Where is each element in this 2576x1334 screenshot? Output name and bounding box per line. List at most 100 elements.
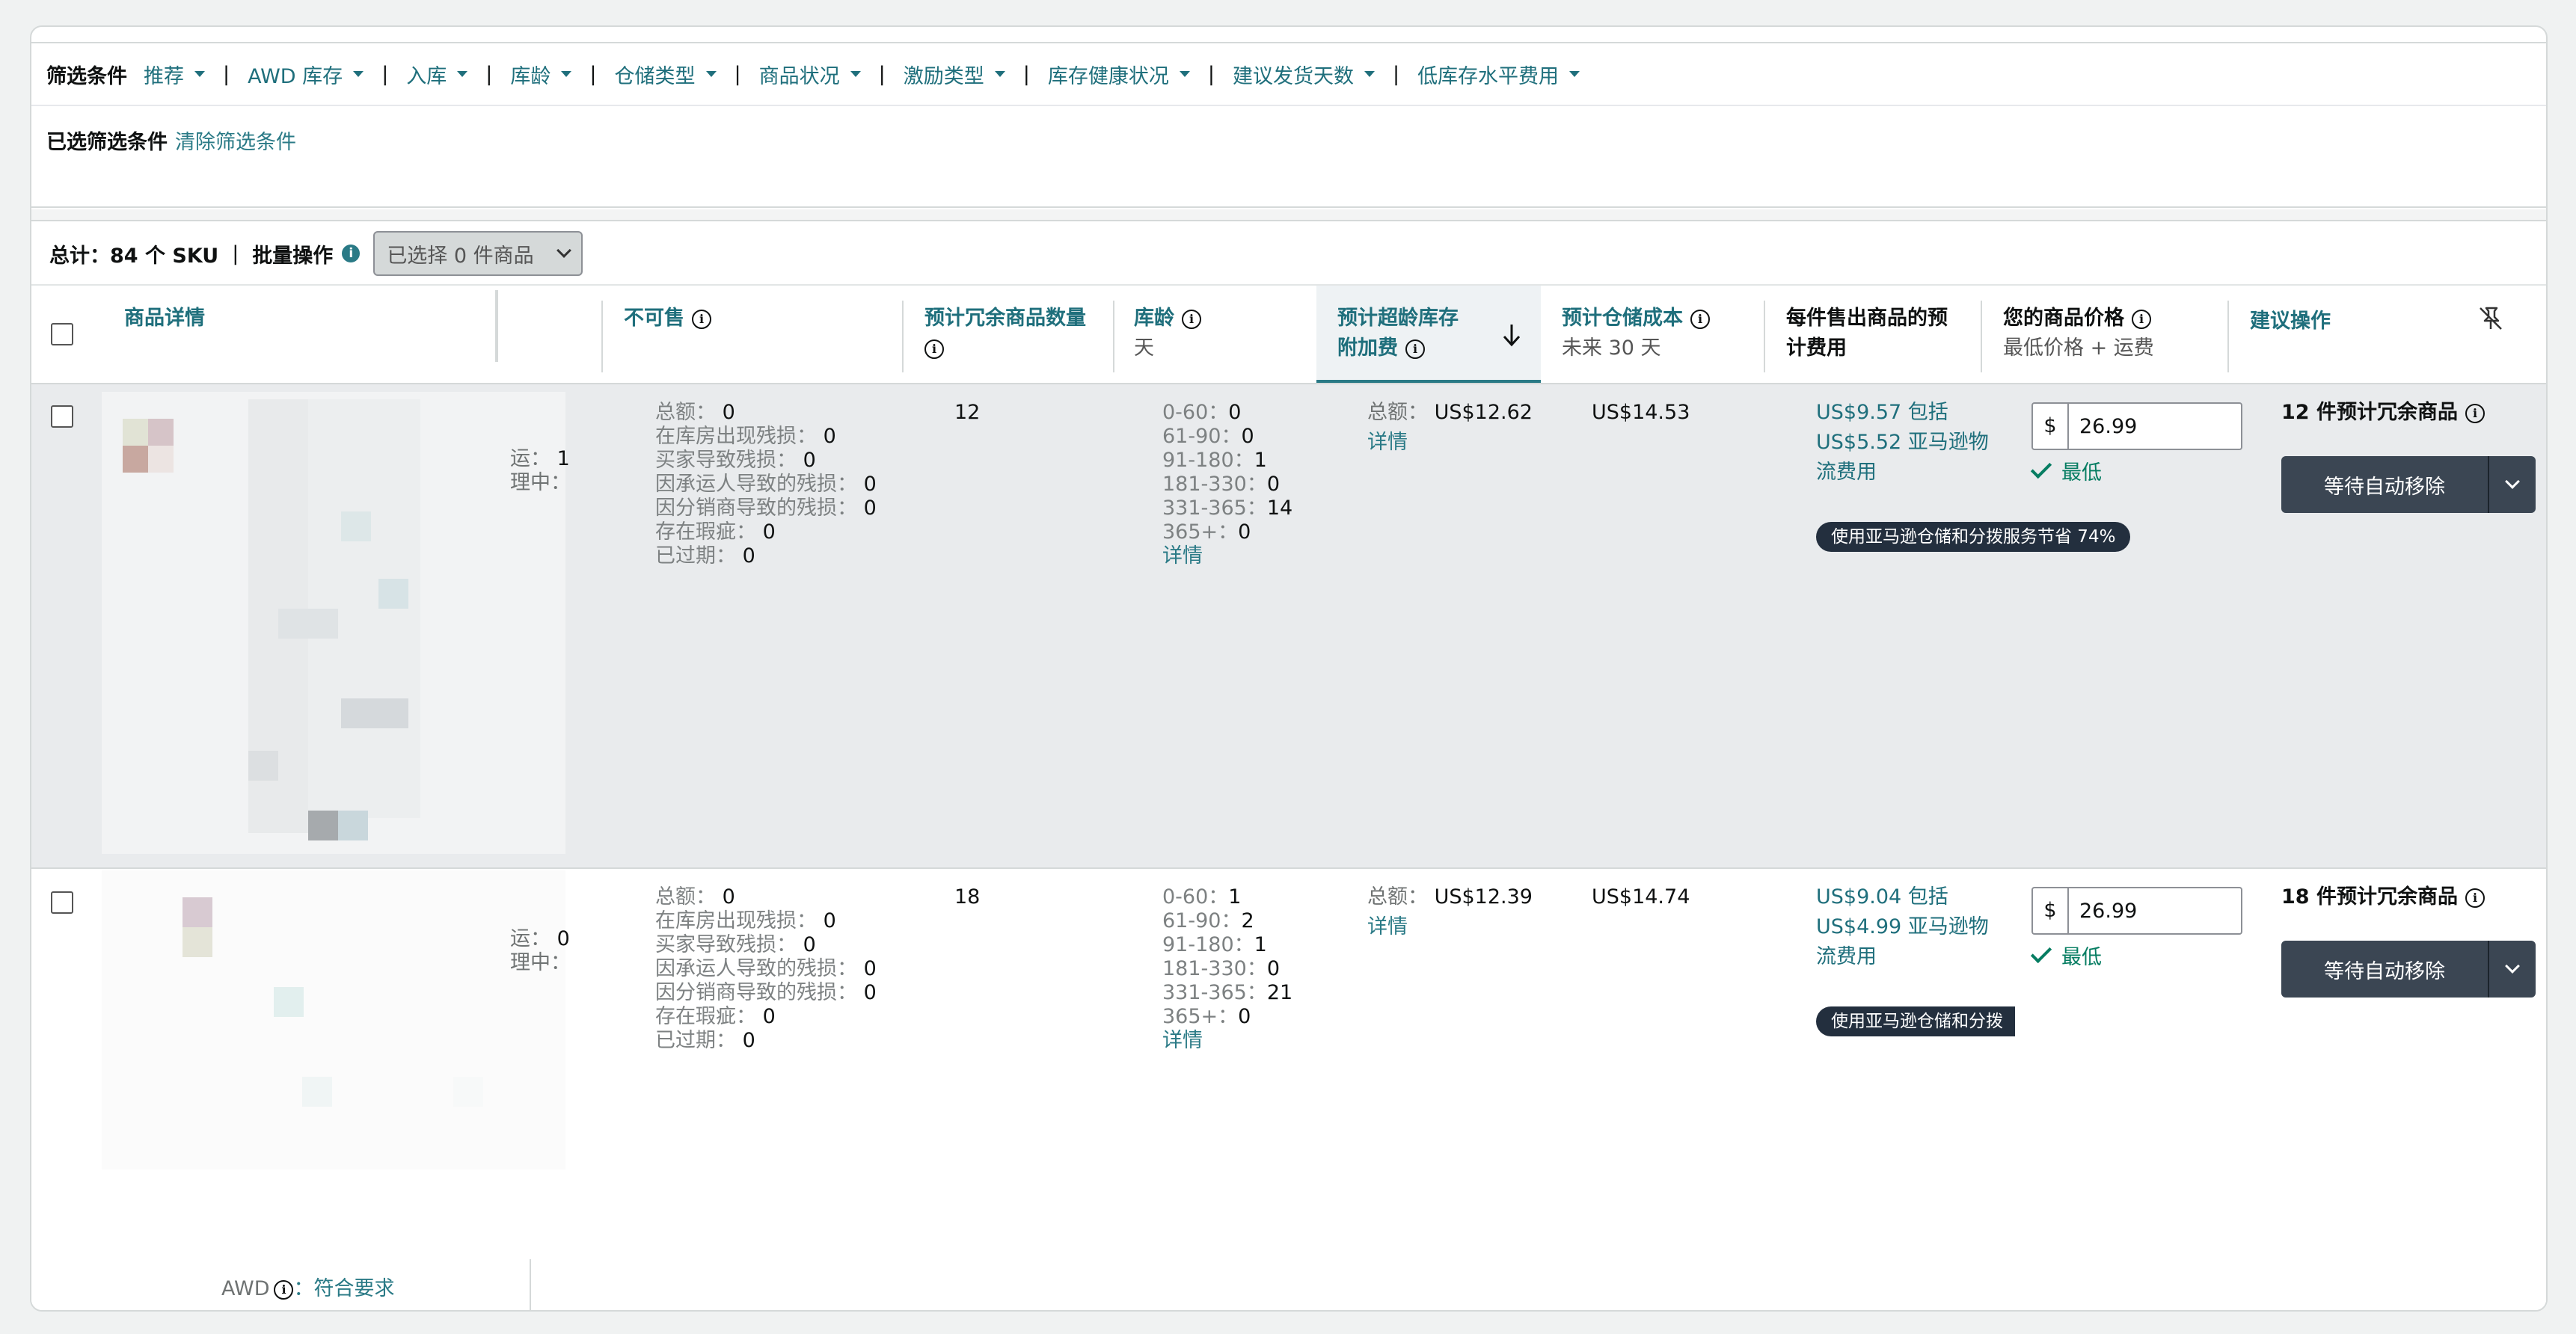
partial-column-text: 运： 0 理中： [510,927,571,974]
filter-age[interactable]: 库龄 [510,60,572,89]
chevron-down-icon [2505,959,2520,974]
info-icon[interactable]: i [2132,309,2151,329]
table-header: 商品详情 不可售 i 预计冗余商品数量 i 库龄 i 天 预计超龄库存 附加费 i 预… [31,286,2546,384]
col-fee-per-unit: 每件售出商品的预 计费用 [1765,286,1948,383]
pixel [123,446,148,473]
info-icon[interactable]: i [274,1279,294,1300]
product-image-blurred [102,870,565,1169]
age-details-link[interactable]: 详情 [1162,544,1203,568]
action-dropdown-button[interactable] [2488,941,2536,998]
filter-incentive-type[interactable]: 激励类型 [904,60,1005,89]
pixel [278,609,338,639]
selected-filters-label: 已选筛选条件 [46,130,168,154]
separator: | [734,62,741,86]
col-surcharge-title-2: 附加费 [1337,336,1398,360]
info-icon[interactable]: i [1690,309,1710,329]
info-icon[interactable]: i [692,309,711,329]
row-checkbox[interactable] [51,891,73,914]
filter-label: 筛选条件 [46,64,127,88]
pixel [308,811,338,840]
filter-inbound[interactable]: 入库 [406,60,468,89]
col-recommended-action[interactable]: 建议操作 [2229,286,2331,383]
pixel [148,419,174,446]
col-storage-cost[interactable]: 预计仓储成本 i 未来 30 天 [1541,286,1710,383]
action-dropdown-button[interactable] [2488,456,2536,513]
col-storage-sub: 未来 30 天 [1562,336,1661,360]
info-icon[interactable]: i [1182,309,1201,329]
inventory-panel: 筛选条件 推荐 | AWD 库存 | 入库 | 库龄 | 仓储类型 | 商品状况… [30,25,2548,1312]
info-icon[interactable]: i [2465,403,2485,423]
row-checkbox[interactable] [51,405,73,428]
filter-storage-type[interactable]: 仓储类型 [615,60,717,89]
awd-eligible-link[interactable]: ：符合要求 [293,1277,394,1300]
col-price-title: 您的商品价格 [2003,307,2124,330]
price-input[interactable]: $ 26.99 [2031,887,2242,935]
product-image-blurred [102,392,565,854]
col-excess-quantity[interactable]: 预计冗余商品数量 i [904,286,1086,383]
separator: | [878,62,886,86]
info-icon[interactable]: i [342,245,361,262]
info-icon[interactable]: i [924,339,944,359]
col-fee-title: 每件售出商品的预 [1786,307,1948,330]
info-icon[interactable]: i [2465,888,2485,908]
price-value[interactable]: 26.99 [2069,900,2137,923]
filter-bar: 筛选条件 推荐 | AWD 库存 | 入库 | 库龄 | 仓储类型 | 商品状况… [31,42,2546,208]
col-product-title: 商品详情 [124,307,205,330]
fee-breakdown-link[interactable]: US$9.04 包括 US$4.99 亚马逊物 流费用 [1816,882,1989,972]
pixel [453,1077,483,1107]
clear-filters-link[interactable]: 清除筛选条件 [175,126,296,155]
bulk-actions-select[interactable]: 已选择 0 件商品 [373,231,583,276]
column-resize-handle[interactable] [530,1259,531,1310]
col-unsellable-title: 不可售 [624,307,684,330]
filter-days-of-supply[interactable]: 建议发货天数 [1233,60,1375,89]
filter-condition[interactable]: 商品状况 [759,60,861,89]
surcharge-details-link[interactable]: 详情 [1367,915,1408,938]
partial-column-text: 运： 1 理中： [510,447,571,494]
price-value[interactable]: 26.99 [2069,415,2137,438]
sort-descending-icon[interactable] [1500,322,1523,348]
price-input[interactable]: $ 26.99 [2031,402,2242,450]
col-storage-title: 预计仓储成本 [1562,307,1683,330]
bulk-actions-label: 批量操作 [252,244,334,268]
filter-low-inventory-fee[interactable]: 低库存水平费用 [1417,60,1580,89]
surcharge-details-link[interactable]: 详情 [1367,431,1408,454]
action-split-button: 等待自动移除 [2281,941,2536,998]
separator: | [1392,62,1400,86]
filter-inventory-health[interactable]: 库存健康状况 [1048,60,1190,89]
separator: | [1207,62,1215,86]
chevron-down-icon [2505,474,2520,489]
col-inventory-age[interactable]: 库龄 i 天 [1113,286,1201,383]
unpin-icon[interactable] [2476,304,2506,334]
pixel [341,698,408,728]
select-all-checkbox[interactable] [51,323,73,345]
separator: | [223,62,230,86]
pixel [248,751,278,781]
info-icon[interactable]: i [1405,339,1425,359]
col-unsellable[interactable]: 不可售 i [603,286,711,383]
fee-breakdown-link[interactable]: US$9.57 包括 US$5.52 亚马逊物 流费用 [1816,398,1989,488]
filter-recommend[interactable]: 推荐 [144,60,205,89]
pending-auto-removal-button[interactable]: 等待自动移除 [2281,456,2488,513]
caret-down-icon [353,71,364,77]
col-aged-surcharge[interactable]: 预计超龄库存 附加费 i [1316,286,1541,383]
bulk-select-value: 已选择 0 件商品 [387,244,534,268]
surcharge-cell: 总额： US$12.39 详情 [1367,885,1533,938]
age-details-link[interactable]: 详情 [1162,1029,1203,1052]
filter-row: 筛选条件 推荐 | AWD 库存 | 入库 | 库龄 | 仓储类型 | 商品状况… [31,43,2546,106]
unsellable-breakdown: 总额： 0 在库房出现残损： 0 买家导致残损： 0 因承运人导致的残损： 0 … [655,401,877,568]
excess-quantity: 12 [954,401,981,424]
checkmark-icon [2030,457,2052,479]
table-row: 运： 0 理中： 总额： 0 在库房出现残损： 0 买家导致残损： 0 因承运人… [31,870,2546,1310]
storage-cost: US$14.74 [1592,885,1690,909]
column-resize-handle[interactable] [495,290,498,362]
pixel [341,511,371,541]
separator: | [381,62,389,86]
selected-filters-row: 已选筛选条件 清除筛选条件 [31,106,2546,173]
excess-units-text: 18 件预计冗余商品 i [2281,882,2485,912]
filter-awd-inventory[interactable]: AWD 库存 [248,60,364,89]
col-product-details[interactable]: 商品详情 [103,286,205,383]
caret-down-icon [1569,71,1580,77]
caret-down-icon [561,71,572,77]
pending-auto-removal-button[interactable]: 等待自动移除 [2281,941,2488,998]
col-excess-title: 预计冗余商品数量 [924,307,1086,330]
